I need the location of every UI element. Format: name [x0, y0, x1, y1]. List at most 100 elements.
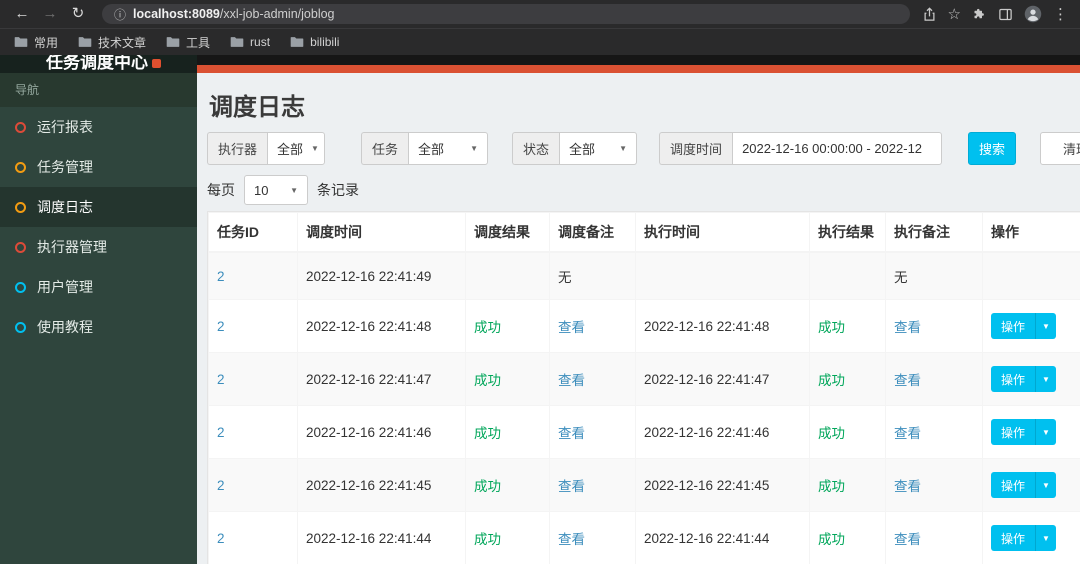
main-content: 调度日志 执行器 全部 ▼ 任务 全部 ▼ 状态 全部 ▼ 调度时间 2022-…: [197, 73, 1080, 564]
bookmark-folder[interactable]: 工具: [166, 34, 210, 51]
folder-icon: [290, 37, 304, 47]
circle-icon: [15, 121, 26, 133]
job-id-link[interactable]: 2: [217, 372, 225, 387]
action-cell: 操作 ▼: [982, 352, 1080, 406]
sidebar-item-job-log[interactable]: 调度日志: [0, 187, 197, 227]
sidebar-item-job-manage[interactable]: 任务管理: [0, 147, 197, 187]
table-row: 2 2022-12-16 22:41:47 成功 查看 2022-12-16 2…: [208, 352, 1080, 406]
action-button-label[interactable]: 操作: [991, 419, 1036, 445]
bookmark-star-icon[interactable]: ☆: [948, 5, 961, 23]
action-dropdown-caret-icon[interactable]: ▼: [1035, 313, 1056, 339]
action-dropdown-caret-icon[interactable]: ▼: [1035, 525, 1056, 551]
clear-button[interactable]: 清理: [1040, 132, 1080, 165]
share-icon[interactable]: [922, 6, 937, 22]
bookmark-folder[interactable]: rust: [230, 35, 270, 49]
action-button[interactable]: 操作 ▼: [991, 366, 1056, 392]
exec-remark-link[interactable]: 查看: [894, 373, 921, 388]
table-header-row: 任务ID 调度时间 调度结果 调度备注 执行时间 执行结果 执行备注 操作: [208, 212, 1080, 253]
action-cell: 操作 ▼: [982, 405, 1080, 459]
exec-result-text: 成功: [818, 320, 845, 335]
job-id-link[interactable]: 2: [217, 425, 225, 440]
sched-time-cell: 2022-12-16 22:41:44: [297, 511, 466, 564]
sidebar-item-executor-manage[interactable]: 执行器管理: [0, 227, 197, 267]
reload-icon[interactable]: ↻: [66, 0, 90, 28]
action-button-label[interactable]: 操作: [991, 313, 1036, 339]
bookmark-folder[interactable]: bilibili: [290, 35, 339, 49]
sched-remark-link[interactable]: 查看: [558, 532, 585, 547]
sidebar-item-user-manage[interactable]: 用户管理: [0, 267, 197, 307]
action-button[interactable]: 操作 ▼: [991, 472, 1056, 498]
sidebar-item-label: 运行报表: [37, 119, 93, 135]
bookmark-label: rust: [250, 35, 271, 49]
action-button-label[interactable]: 操作: [991, 525, 1036, 551]
table-row: 2 2022-12-16 22:41:44 成功 查看 2022-12-16 2…: [208, 511, 1080, 564]
side-panel-icon[interactable]: [998, 7, 1013, 22]
app-logo[interactable]: 任务调度中心: [0, 55, 197, 73]
bookmark-label: 常用: [34, 35, 59, 50]
action-dropdown-caret-icon[interactable]: ▼: [1035, 472, 1056, 498]
extensions-icon[interactable]: [972, 7, 987, 22]
col-header-job-id: 任务ID: [208, 212, 298, 253]
sidebar-item-label: 执行器管理: [37, 239, 107, 255]
action-cell: [982, 251, 1080, 300]
schedule-time-input[interactable]: 2022-12-16 00:00:00 - 2022-12: [732, 132, 943, 165]
status-select[interactable]: 全部 ▼: [559, 132, 638, 165]
schedule-time-label: 调度时间: [659, 132, 733, 165]
page-title: 调度日志: [209, 94, 305, 121]
sched-result-text: 成功: [474, 320, 501, 335]
folder-icon: [78, 37, 92, 47]
executor-select[interactable]: 全部 ▼: [267, 132, 326, 165]
sched-remark-link[interactable]: 查看: [558, 373, 585, 388]
log-table: 任务ID 调度时间 调度结果 调度备注 执行时间 执行结果 执行备注 操作 2 …: [208, 212, 1080, 564]
circle-icon: [15, 241, 26, 253]
back-icon[interactable]: ←: [10, 0, 34, 28]
exec-remark-link[interactable]: 查看: [894, 320, 921, 335]
address-bar[interactable]: ⓘ localhost:8089/xxl-job-admin/joblog: [102, 4, 910, 24]
action-button-label[interactable]: 操作: [991, 472, 1036, 498]
browser-menu-icon[interactable]: ⋮: [1053, 5, 1068, 23]
job-id-link[interactable]: 2: [217, 531, 225, 546]
page-size-row: 每页 10 ▼ 条记录: [207, 175, 1080, 205]
bookmark-folder[interactable]: 常用: [14, 34, 58, 51]
exec-remark-link[interactable]: 查看: [894, 532, 921, 547]
sched-result-text: 成功: [474, 426, 501, 441]
status-filter: 状态 全部 ▼: [512, 132, 638, 165]
job-id-link[interactable]: 2: [217, 269, 225, 284]
sidebar-item-help[interactable]: 使用教程: [0, 307, 197, 347]
log-table-panel: 任务ID 调度时间 调度结果 调度备注 执行时间 执行结果 执行备注 操作 2 …: [207, 211, 1080, 564]
exec-remark-link[interactable]: 查看: [894, 479, 921, 494]
bookmark-label: 技术文章: [98, 35, 147, 50]
circle-icon: [15, 201, 26, 213]
exec-time-cell: 2022-12-16 22:41:44: [635, 511, 810, 564]
action-button[interactable]: 操作 ▼: [991, 313, 1056, 339]
search-button[interactable]: 搜索: [968, 132, 1017, 165]
exec-remark-link[interactable]: 查看: [894, 426, 921, 441]
bookmark-folder[interactable]: 技术文章: [78, 34, 146, 51]
action-button-label[interactable]: 操作: [991, 366, 1036, 392]
executor-filter: 执行器 全部 ▼: [207, 132, 326, 165]
exec-time-cell: 2022-12-16 22:41:47: [635, 352, 810, 406]
job-select[interactable]: 全部 ▼: [408, 132, 489, 165]
page-size-select[interactable]: 10 ▼: [244, 175, 308, 205]
folder-icon: [166, 37, 180, 47]
sched-remark-link[interactable]: 查看: [558, 426, 585, 441]
action-dropdown-caret-icon[interactable]: ▼: [1035, 366, 1056, 392]
job-id-link[interactable]: 2: [217, 478, 225, 493]
sidebar-item-label: 用户管理: [37, 279, 93, 295]
forward-icon[interactable]: →: [38, 0, 62, 28]
sched-remark-link[interactable]: 查看: [558, 320, 585, 335]
site-info-icon[interactable]: ⓘ: [114, 6, 126, 23]
sched-time-cell: 2022-12-16 22:41:45: [297, 458, 466, 512]
sched-result-text: 成功: [474, 532, 501, 547]
job-id-link[interactable]: 2: [217, 319, 225, 334]
circle-icon: [15, 321, 26, 333]
action-dropdown-caret-icon[interactable]: ▼: [1035, 419, 1056, 445]
sched-result-text: 成功: [474, 479, 501, 494]
action-button[interactable]: 操作 ▼: [991, 419, 1056, 445]
sidebar-item-run-report[interactable]: 运行报表: [0, 107, 197, 147]
executor-filter-label: 执行器: [207, 132, 268, 165]
sched-remark-link[interactable]: 查看: [558, 479, 585, 494]
profile-avatar[interactable]: [1024, 5, 1042, 23]
col-header-exec-time: 执行时间: [635, 212, 810, 253]
action-button[interactable]: 操作 ▼: [991, 525, 1056, 551]
